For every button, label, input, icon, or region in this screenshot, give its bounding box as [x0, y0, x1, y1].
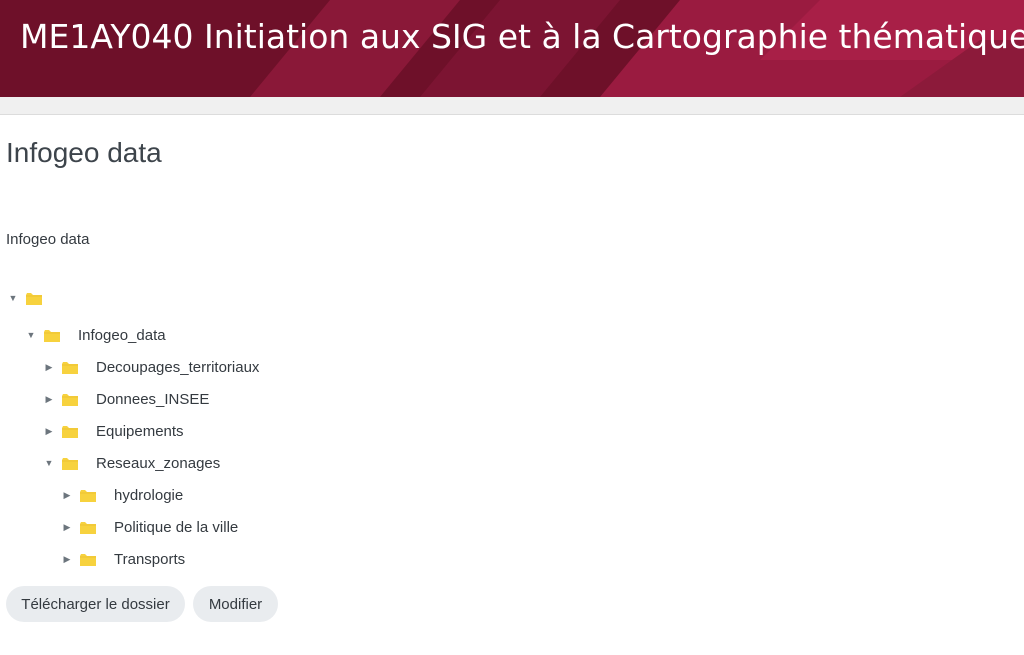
folder-icon [44, 329, 60, 342]
folder-icon [80, 489, 96, 502]
header-divider-bar [0, 97, 1024, 115]
triangle-down-icon[interactable]: ▼ [26, 330, 36, 340]
tree-item-equipements[interactable]: ▶ Equipements [44, 421, 184, 441]
tree-item-label[interactable]: Donnees_INSEE [96, 391, 209, 408]
tree-item-label[interactable]: Politique de la ville [114, 519, 238, 536]
folder-icon [62, 457, 78, 470]
tree-item-politique-de-la-ville[interactable]: ▶ Politique de la ville [62, 517, 239, 537]
triangle-right-icon[interactable]: ▶ [62, 522, 72, 532]
tree-item-transports[interactable]: ▶ Transports [62, 549, 186, 569]
folder-description: Infogeo data [6, 231, 90, 248]
download-folder-button[interactable]: Télécharger le dossier [6, 586, 185, 622]
folder-icon [26, 292, 42, 305]
folder-icon [62, 425, 78, 438]
folder-icon [62, 361, 78, 374]
folder-icon [80, 521, 96, 534]
triangle-down-icon[interactable]: ▼ [44, 458, 54, 468]
folder-icon [62, 393, 78, 406]
tree-item-decoupages-territoriaux[interactable]: ▶ Decoupages_territoriaux [44, 357, 260, 377]
page-title: Infogeo data [6, 137, 162, 168]
tree-item-label[interactable]: Transports [114, 551, 185, 568]
triangle-right-icon[interactable]: ▶ [44, 426, 54, 436]
triangle-right-icon[interactable]: ▶ [62, 490, 72, 500]
tree-item-infogeo-data[interactable]: ▼ Infogeo_data [26, 325, 166, 345]
triangle-right-icon[interactable]: ▶ [44, 394, 54, 404]
tree-item-hydrologie[interactable]: ▶ hydrologie [62, 485, 184, 505]
triangle-right-icon[interactable]: ▶ [44, 362, 54, 372]
tree-item-label[interactable]: Infogeo_data [78, 327, 166, 344]
tree-item-donnees-insee[interactable]: ▶ Donnees_INSEE [44, 389, 210, 409]
triangle-down-icon[interactable]: ▼ [8, 293, 18, 303]
tree-item-label[interactable]: Equipements [96, 423, 184, 440]
course-title: ME1AY040 Initiation aux SIG et à la Cart… [20, 17, 1024, 56]
triangle-right-icon[interactable]: ▶ [62, 554, 72, 564]
course-header: ME1AY040 Initiation aux SIG et à la Cart… [0, 0, 1024, 97]
tree-item-label[interactable]: Decoupages_territoriaux [96, 359, 259, 376]
folder-icon [80, 553, 96, 566]
tree-root[interactable]: ▼ [8, 288, 42, 308]
tree-item-label[interactable]: hydrologie [114, 487, 183, 504]
edit-button[interactable]: Modifier [193, 586, 278, 622]
tree-item-reseaux-zonages[interactable]: ▼ Reseaux_zonages [44, 453, 221, 473]
tree-item-label[interactable]: Reseaux_zonages [96, 455, 220, 472]
